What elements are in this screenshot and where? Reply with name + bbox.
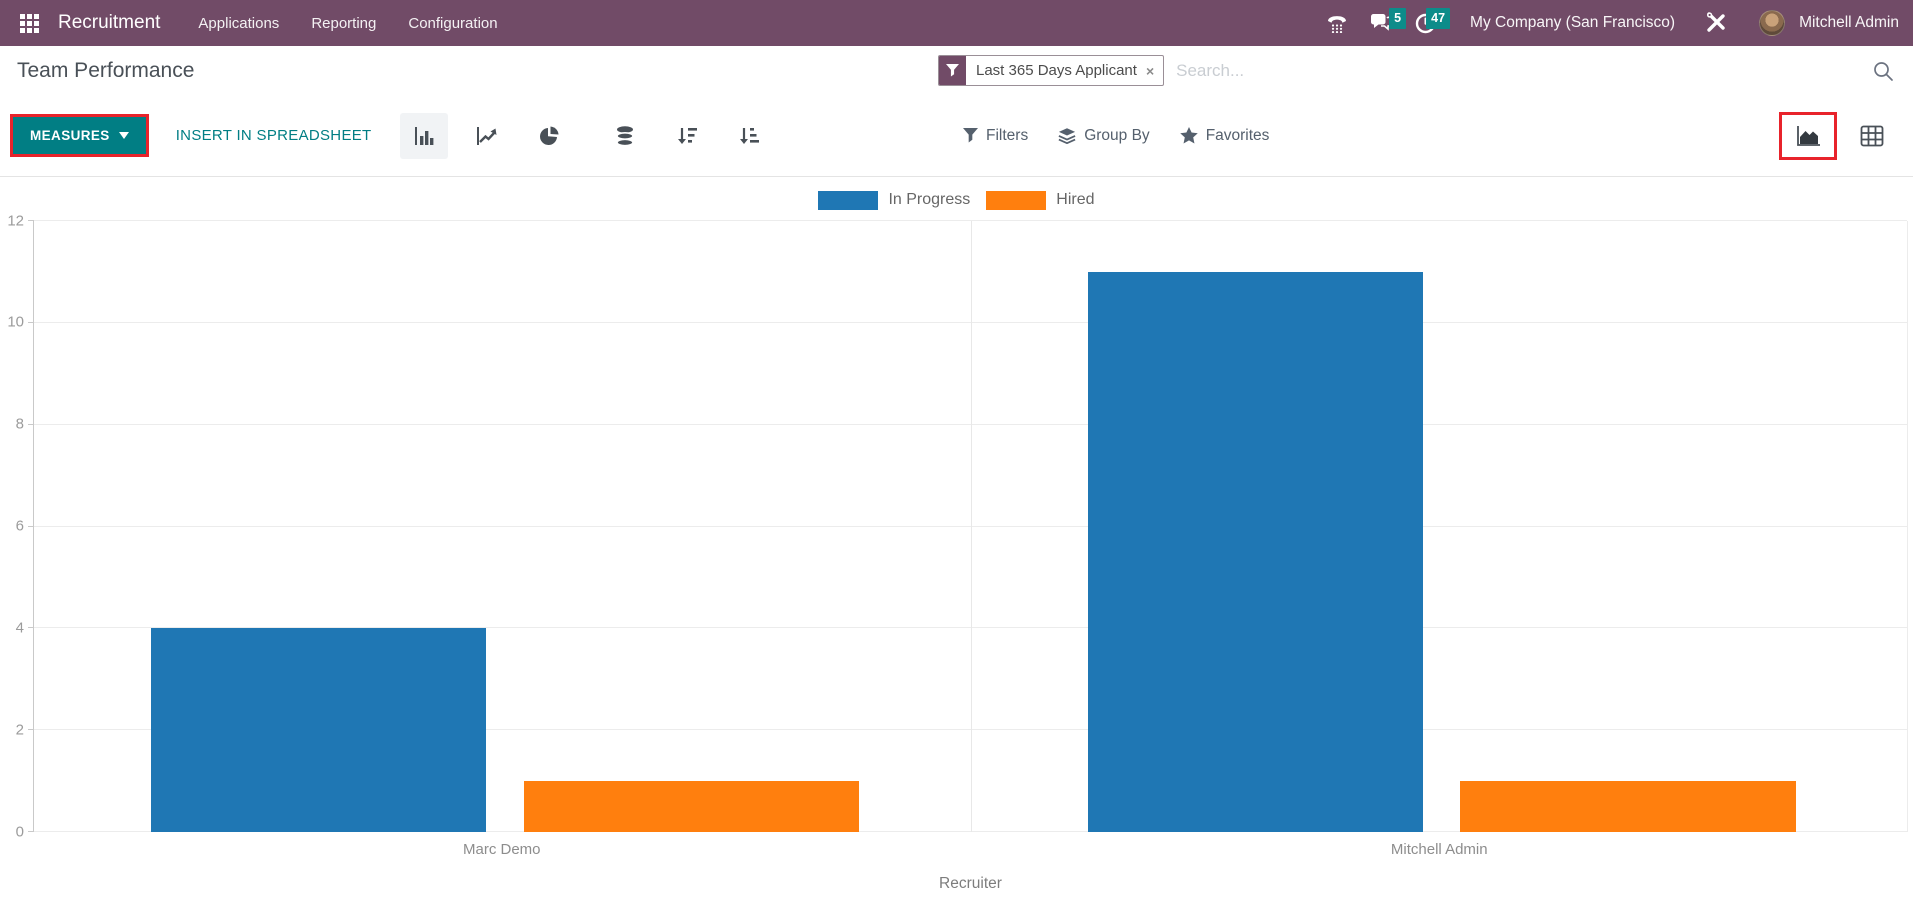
legend-swatch bbox=[986, 191, 1046, 210]
insert-in-spreadsheet-button[interactable]: INSERT IN SPREADSHEET bbox=[176, 127, 372, 144]
measures-button[interactable]: MEASURES bbox=[13, 117, 146, 154]
sort-ascending-button[interactable] bbox=[725, 113, 773, 159]
x-axis-title: Recruiter bbox=[33, 860, 1908, 893]
legend-item-hired[interactable]: Hired bbox=[986, 191, 1094, 210]
tools-icon bbox=[1705, 12, 1727, 34]
y-tick-label: 6 bbox=[16, 518, 24, 535]
bar-marc-demo-in-progress[interactable] bbox=[151, 628, 486, 832]
top-navbar: Recruitment Applications Reporting Confi… bbox=[0, 0, 1913, 46]
y-tick-label: 10 bbox=[7, 314, 24, 331]
x-axis-labels: Marc Demo Mitchell Admin bbox=[33, 832, 1908, 860]
menu-applications[interactable]: Applications bbox=[186, 7, 291, 40]
bar-marc-demo-hired[interactable] bbox=[524, 781, 859, 832]
filters-label: Filters bbox=[986, 127, 1028, 145]
graph-view: In ProgressHired 024681012 Marc DemoMitc… bbox=[0, 177, 1913, 893]
search-options: Filters Group By Favorites bbox=[963, 127, 1269, 145]
chart-plot: 024681012 bbox=[33, 221, 1908, 832]
chart-legend: In Progress Hired bbox=[0, 186, 1913, 214]
messages-badge: 5 bbox=[1389, 8, 1406, 29]
search-bar[interactable]: Last 365 Days Applicant × bbox=[938, 55, 1896, 86]
pivot-view-button[interactable] bbox=[1847, 116, 1897, 156]
pie-chart-icon bbox=[538, 125, 560, 147]
area-chart-icon bbox=[1795, 124, 1821, 148]
softphone-button[interactable] bbox=[1320, 7, 1354, 39]
bar-mitchell-admin-hired[interactable] bbox=[1460, 781, 1795, 832]
activities-badge: 47 bbox=[1426, 8, 1450, 29]
navbar-left: Recruitment Applications Reporting Confi… bbox=[14, 7, 510, 40]
legend-label: Hired bbox=[1056, 191, 1094, 209]
caret-down-icon bbox=[119, 132, 129, 139]
sort-descending-button[interactable] bbox=[663, 113, 711, 159]
favorites-button[interactable]: Favorites bbox=[1180, 127, 1270, 145]
plot-wrap: 024681012 Marc Demo Mitchell Admin Recrui… bbox=[0, 221, 1913, 893]
page-title: Team Performance bbox=[17, 59, 194, 83]
y-tick-label: 12 bbox=[7, 212, 24, 229]
company-switcher[interactable]: My Company (San Francisco) bbox=[1470, 14, 1675, 32]
line-chart-type-button[interactable] bbox=[462, 113, 511, 159]
navbar-right: 5 47 My Company (San Francisco) Mitchell… bbox=[1320, 7, 1899, 39]
bar-mitchell-admin-in-progress[interactable] bbox=[1088, 272, 1423, 832]
control-panel: MEASURES INSERT IN SPREADSHEET bbox=[0, 95, 1913, 177]
menu-reporting[interactable]: Reporting bbox=[299, 7, 388, 40]
facet-remove-button[interactable]: × bbox=[1144, 56, 1163, 85]
line-chart-icon bbox=[475, 125, 498, 147]
user-menu[interactable]: Mitchell Admin bbox=[1799, 14, 1899, 32]
group-by-label: Group By bbox=[1084, 127, 1149, 145]
x-category-label: Mitchell Admin bbox=[1391, 841, 1488, 858]
search-input[interactable] bbox=[1164, 61, 1870, 81]
magnifier-icon bbox=[1872, 60, 1894, 82]
layers-icon bbox=[1058, 127, 1076, 144]
app-name[interactable]: Recruitment bbox=[58, 12, 160, 34]
pie-chart-type-button[interactable] bbox=[525, 113, 573, 159]
sort-amount-desc-icon bbox=[676, 125, 698, 147]
debug-tools-button[interactable] bbox=[1699, 7, 1733, 39]
menu-configuration[interactable]: Configuration bbox=[396, 7, 509, 40]
y-tick-label: 4 bbox=[16, 619, 24, 636]
filters-button[interactable]: Filters bbox=[963, 127, 1028, 145]
y-tick-label: 0 bbox=[16, 823, 24, 840]
group-by-button[interactable]: Group By bbox=[1058, 127, 1149, 145]
legend-label: In Progress bbox=[888, 191, 970, 209]
y-tick-label: 8 bbox=[16, 416, 24, 433]
favorites-label: Favorites bbox=[1206, 127, 1270, 145]
activities-button[interactable]: 47 bbox=[1408, 7, 1442, 39]
filters-funnel-icon bbox=[963, 128, 978, 143]
measures-label: MEASURES bbox=[30, 128, 110, 143]
search-facet: Last 365 Days Applicant × bbox=[938, 55, 1164, 86]
star-icon bbox=[1180, 127, 1198, 144]
view-switchers bbox=[1779, 112, 1897, 160]
user-avatar[interactable] bbox=[1759, 10, 1785, 36]
apps-grid-icon[interactable] bbox=[14, 8, 44, 38]
y-tick-label: 2 bbox=[16, 721, 24, 738]
main-menu: Applications Reporting Configuration bbox=[186, 7, 509, 40]
stack-database-icon bbox=[614, 125, 636, 147]
facet-label: Last 365 Days Applicant bbox=[966, 56, 1144, 85]
facet-filter-icon-box bbox=[939, 56, 966, 85]
x-category-label: Marc Demo bbox=[463, 841, 541, 858]
bar-chart-icon bbox=[413, 125, 435, 147]
phone-icon bbox=[1326, 13, 1348, 33]
stacked-toggle-button[interactable] bbox=[601, 113, 649, 159]
legend-item-in-progress[interactable]: In Progress bbox=[818, 191, 970, 210]
graph-view-button[interactable] bbox=[1782, 115, 1834, 157]
header-row: Team Performance Last 365 Days Applicant… bbox=[0, 46, 1913, 95]
category-divider bbox=[971, 221, 972, 832]
messages-button[interactable]: 5 bbox=[1364, 7, 1398, 39]
grid-icon bbox=[20, 14, 39, 33]
legend-swatch bbox=[818, 191, 878, 210]
funnel-icon bbox=[946, 64, 959, 77]
graph-view-annotation-box bbox=[1779, 112, 1837, 160]
measures-annotation-box: MEASURES bbox=[10, 114, 149, 157]
bar-chart-type-button[interactable] bbox=[400, 113, 448, 159]
pivot-table-icon bbox=[1860, 125, 1884, 147]
search-submit[interactable] bbox=[1870, 60, 1896, 82]
chart-type-switchers bbox=[400, 113, 773, 159]
sort-amount-asc-icon bbox=[738, 125, 760, 147]
